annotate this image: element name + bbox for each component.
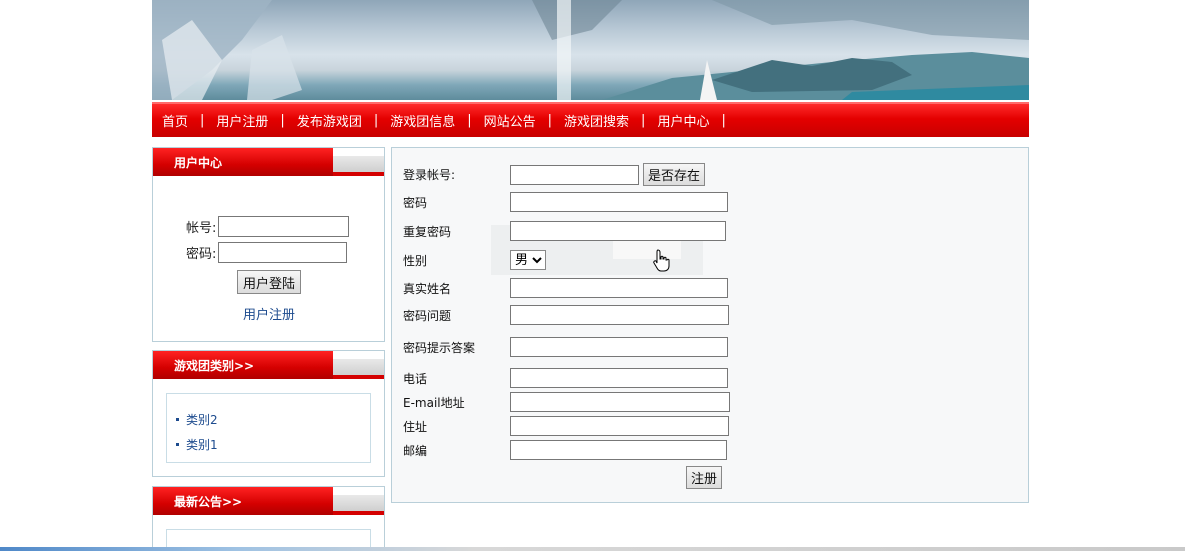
repeat-password-input[interactable] (510, 221, 726, 241)
form-row-zip: 邮编 (403, 440, 727, 460)
nav-item-publish-group[interactable]: 发布游戏团 | (297, 111, 390, 130)
nav-link-announcements[interactable]: 网站公告 (484, 111, 536, 130)
nav-item-group-info[interactable]: 游戏团信息 | (390, 111, 483, 130)
account-input[interactable] (218, 216, 350, 237)
form-row-repeat-password: 重复密码 (403, 221, 726, 241)
page-wrapper: 首页 | 用户注册 | 发布游戏团 | 游戏团信息 | 网站公告 | 游戏团搜索 | 用户中… (152, 0, 1029, 551)
main-nav-bar: 首页 | 用户注册 | 发布游戏团 | 游戏团信息 | 网站公告 | 游戏团搜索 | 用户中… (152, 102, 1029, 137)
gender-select[interactable]: 男 (510, 250, 546, 270)
box-header-bar (333, 495, 384, 515)
email-label: E-mail地址 (403, 395, 465, 410)
answer-input[interactable] (510, 337, 728, 357)
nav-separator: | (200, 113, 205, 128)
account-row: 帐号: (186, 216, 350, 237)
password-label: 密码: (186, 247, 217, 262)
password-input[interactable] (510, 192, 728, 212)
login-button[interactable]: 用户登陆 (237, 270, 302, 294)
repeat-password-label: 重复密码 (403, 224, 452, 239)
form-row-gender: 性别 男 (403, 250, 546, 270)
zip-input[interactable] (510, 440, 727, 460)
group-category-box: 游戏团类别>> 类别2 类别1 (152, 350, 385, 477)
category-link[interactable]: 类别1 (186, 436, 218, 453)
bullet-icon (176, 418, 179, 421)
password-label: 密码 (403, 195, 428, 210)
register-submit-button[interactable]: 注册 (686, 466, 723, 489)
box-title: 游戏团类别>> (153, 351, 333, 379)
form-row-realname: 真实姓名 (403, 278, 728, 298)
category-list: 类别2 类别1 (166, 393, 371, 463)
realname-label: 真实姓名 (403, 281, 452, 296)
bullet-icon (176, 443, 179, 446)
question-input[interactable] (510, 305, 729, 325)
nav-item-announcements[interactable]: 网站公告 | (484, 111, 564, 130)
email-input[interactable] (510, 392, 730, 412)
nav-item-user-center[interactable]: 用户中心 | (657, 111, 737, 130)
login-account-label: 登录帐号: (403, 168, 456, 182)
box-header: 用户中心 (153, 148, 384, 176)
form-row-question: 密码问题 (403, 305, 729, 325)
form-row-answer: 密码提示答案 (403, 337, 728, 357)
registration-form-panel: 登录帐号: 是否存在 密码 重复密码 性别 男 真实姓名 密码问题 密码提示答案 (391, 147, 1029, 503)
phone-input[interactable] (510, 368, 728, 388)
login-account-input[interactable] (510, 164, 639, 185)
password-input[interactable] (218, 242, 348, 263)
box-header-bar (333, 156, 384, 176)
nav-link-group-info[interactable]: 游戏团信息 (390, 111, 455, 130)
check-exists-button[interactable]: 是否存在 (643, 163, 706, 186)
nav-separator: | (641, 113, 646, 128)
nav-link-register[interactable]: 用户注册 (216, 111, 268, 130)
form-row-address: 住址 (403, 416, 729, 436)
form-row-phone: 电话 (403, 368, 728, 388)
form-row-password: 密码 (403, 192, 728, 212)
os-taskbar-edge (0, 547, 1185, 551)
address-input[interactable] (510, 416, 729, 436)
nav-separator: | (467, 113, 472, 128)
banner-landscape (152, 0, 1029, 100)
category-link[interactable]: 类别2 (186, 411, 218, 428)
hand-cursor-icon (653, 249, 670, 272)
address-label: 住址 (403, 419, 428, 434)
form-row-login-account: 登录帐号: 是否存在 (403, 163, 706, 186)
zip-label: 邮编 (403, 443, 428, 458)
nav-item-register[interactable]: 用户注册 | (216, 111, 296, 130)
form-row-email: E-mail地址 (403, 392, 730, 412)
box-header-bar (333, 359, 384, 379)
gender-label: 性别 (403, 253, 428, 268)
nav-link-publish-group[interactable]: 发布游戏团 (297, 111, 362, 130)
user-center-box: 用户中心 帐号: 密码: 用户登陆 用户注册 (152, 147, 385, 342)
box-header: 最新公告>> (153, 487, 384, 515)
nav-link-home[interactable]: 首页 (162, 111, 188, 130)
latest-announcements-box: 最新公告>> wer23452 (152, 486, 385, 551)
nav-link-group-search[interactable]: 游戏团搜索 (564, 111, 629, 130)
list-item[interactable]: 类别2 (167, 407, 370, 432)
nav-item-home[interactable]: 首页 | (162, 111, 216, 130)
box-header: 游戏团类别>> (153, 351, 384, 379)
account-label: 帐号: (186, 221, 217, 236)
password-row: 密码: (186, 242, 348, 263)
nav-link-user-center[interactable]: 用户中心 (657, 111, 709, 130)
question-label: 密码问题 (403, 308, 452, 323)
nav-separator: | (373, 113, 379, 128)
register-link[interactable]: 用户注册 (243, 304, 295, 323)
header-banner-image (152, 0, 1029, 100)
list-item[interactable]: 类别1 (167, 432, 370, 457)
nav-item-group-search[interactable]: 游戏团搜索 | (564, 111, 657, 130)
answer-label: 密码提示答案 (403, 340, 476, 355)
nav-separator: | (721, 113, 726, 128)
phone-label: 电话 (403, 371, 428, 386)
realname-input[interactable] (510, 278, 728, 298)
box-title: 最新公告>> (153, 487, 333, 515)
nav-separator: | (280, 113, 285, 128)
nav-separator: | (547, 113, 553, 128)
box-title: 用户中心 (153, 148, 333, 176)
